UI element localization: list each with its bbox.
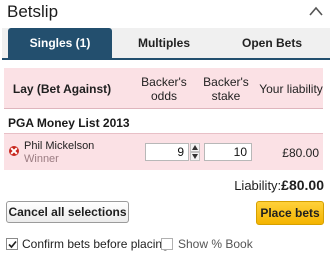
confirm-bets-label: Confirm bets before placing: [22, 237, 169, 251]
betslip-tabs: Singles (1) Multiples Open Bets: [2, 28, 330, 60]
stake-header-line2: stake: [211, 89, 241, 103]
total-liability-label: Liability:: [234, 178, 282, 193]
tab-open-bets[interactable]: Open Bets: [216, 28, 328, 58]
market-name: PGA Money List 2013: [8, 116, 130, 130]
bet-liability: £80.00: [282, 146, 319, 160]
runner-name: Phil Mickelson: [24, 140, 95, 152]
tab-singles[interactable]: Singles (1): [8, 28, 112, 58]
stake-header-line1: Backer's: [203, 75, 249, 89]
bet-market-type: Winner: [24, 153, 59, 165]
odds-decrease-button[interactable]: [190, 152, 200, 161]
checkmark-icon: [8, 240, 17, 249]
place-bets-button[interactable]: Place bets: [256, 201, 324, 225]
stake-input[interactable]: 10: [204, 143, 252, 161]
odds-input[interactable]: 9: [145, 143, 189, 161]
remove-selection-icon[interactable]: [9, 146, 19, 156]
triangle-up-icon: [192, 145, 198, 150]
betslip-header: Betslip: [0, 0, 332, 26]
chevron-up-icon[interactable]: [308, 5, 324, 17]
column-header: Lay (Bet Against) Backer's odds Backer's…: [4, 68, 323, 109]
bet-row: Phil Mickelson Winner 9 10 £80.00: [4, 133, 323, 170]
odds-header-line1: Backer's: [141, 75, 187, 89]
betslip-title: Betslip: [7, 2, 59, 21]
show-book-checkbox[interactable]: [161, 238, 173, 250]
total-liability-value: £80.00: [281, 177, 324, 193]
total-liability: Liability:£80.00: [234, 177, 324, 193]
triangle-down-icon: [192, 154, 198, 159]
stake-header: Backer's stake: [200, 75, 252, 103]
tab-multiples[interactable]: Multiples: [114, 28, 214, 58]
odds-header: Backer's odds: [136, 75, 192, 103]
confirm-bets-checkbox[interactable]: [6, 238, 18, 250]
show-book-label: Show % Book: [178, 237, 253, 251]
bet-type-header: Lay (Bet Against): [12, 82, 112, 96]
odds-header-line2: odds: [150, 89, 178, 103]
odds-increase-button[interactable]: [190, 143, 200, 152]
cancel-all-button[interactable]: Cancel all selections: [6, 201, 129, 223]
odds-stepper: [190, 143, 200, 161]
liability-header[interactable]: Your liability: [258, 82, 324, 96]
